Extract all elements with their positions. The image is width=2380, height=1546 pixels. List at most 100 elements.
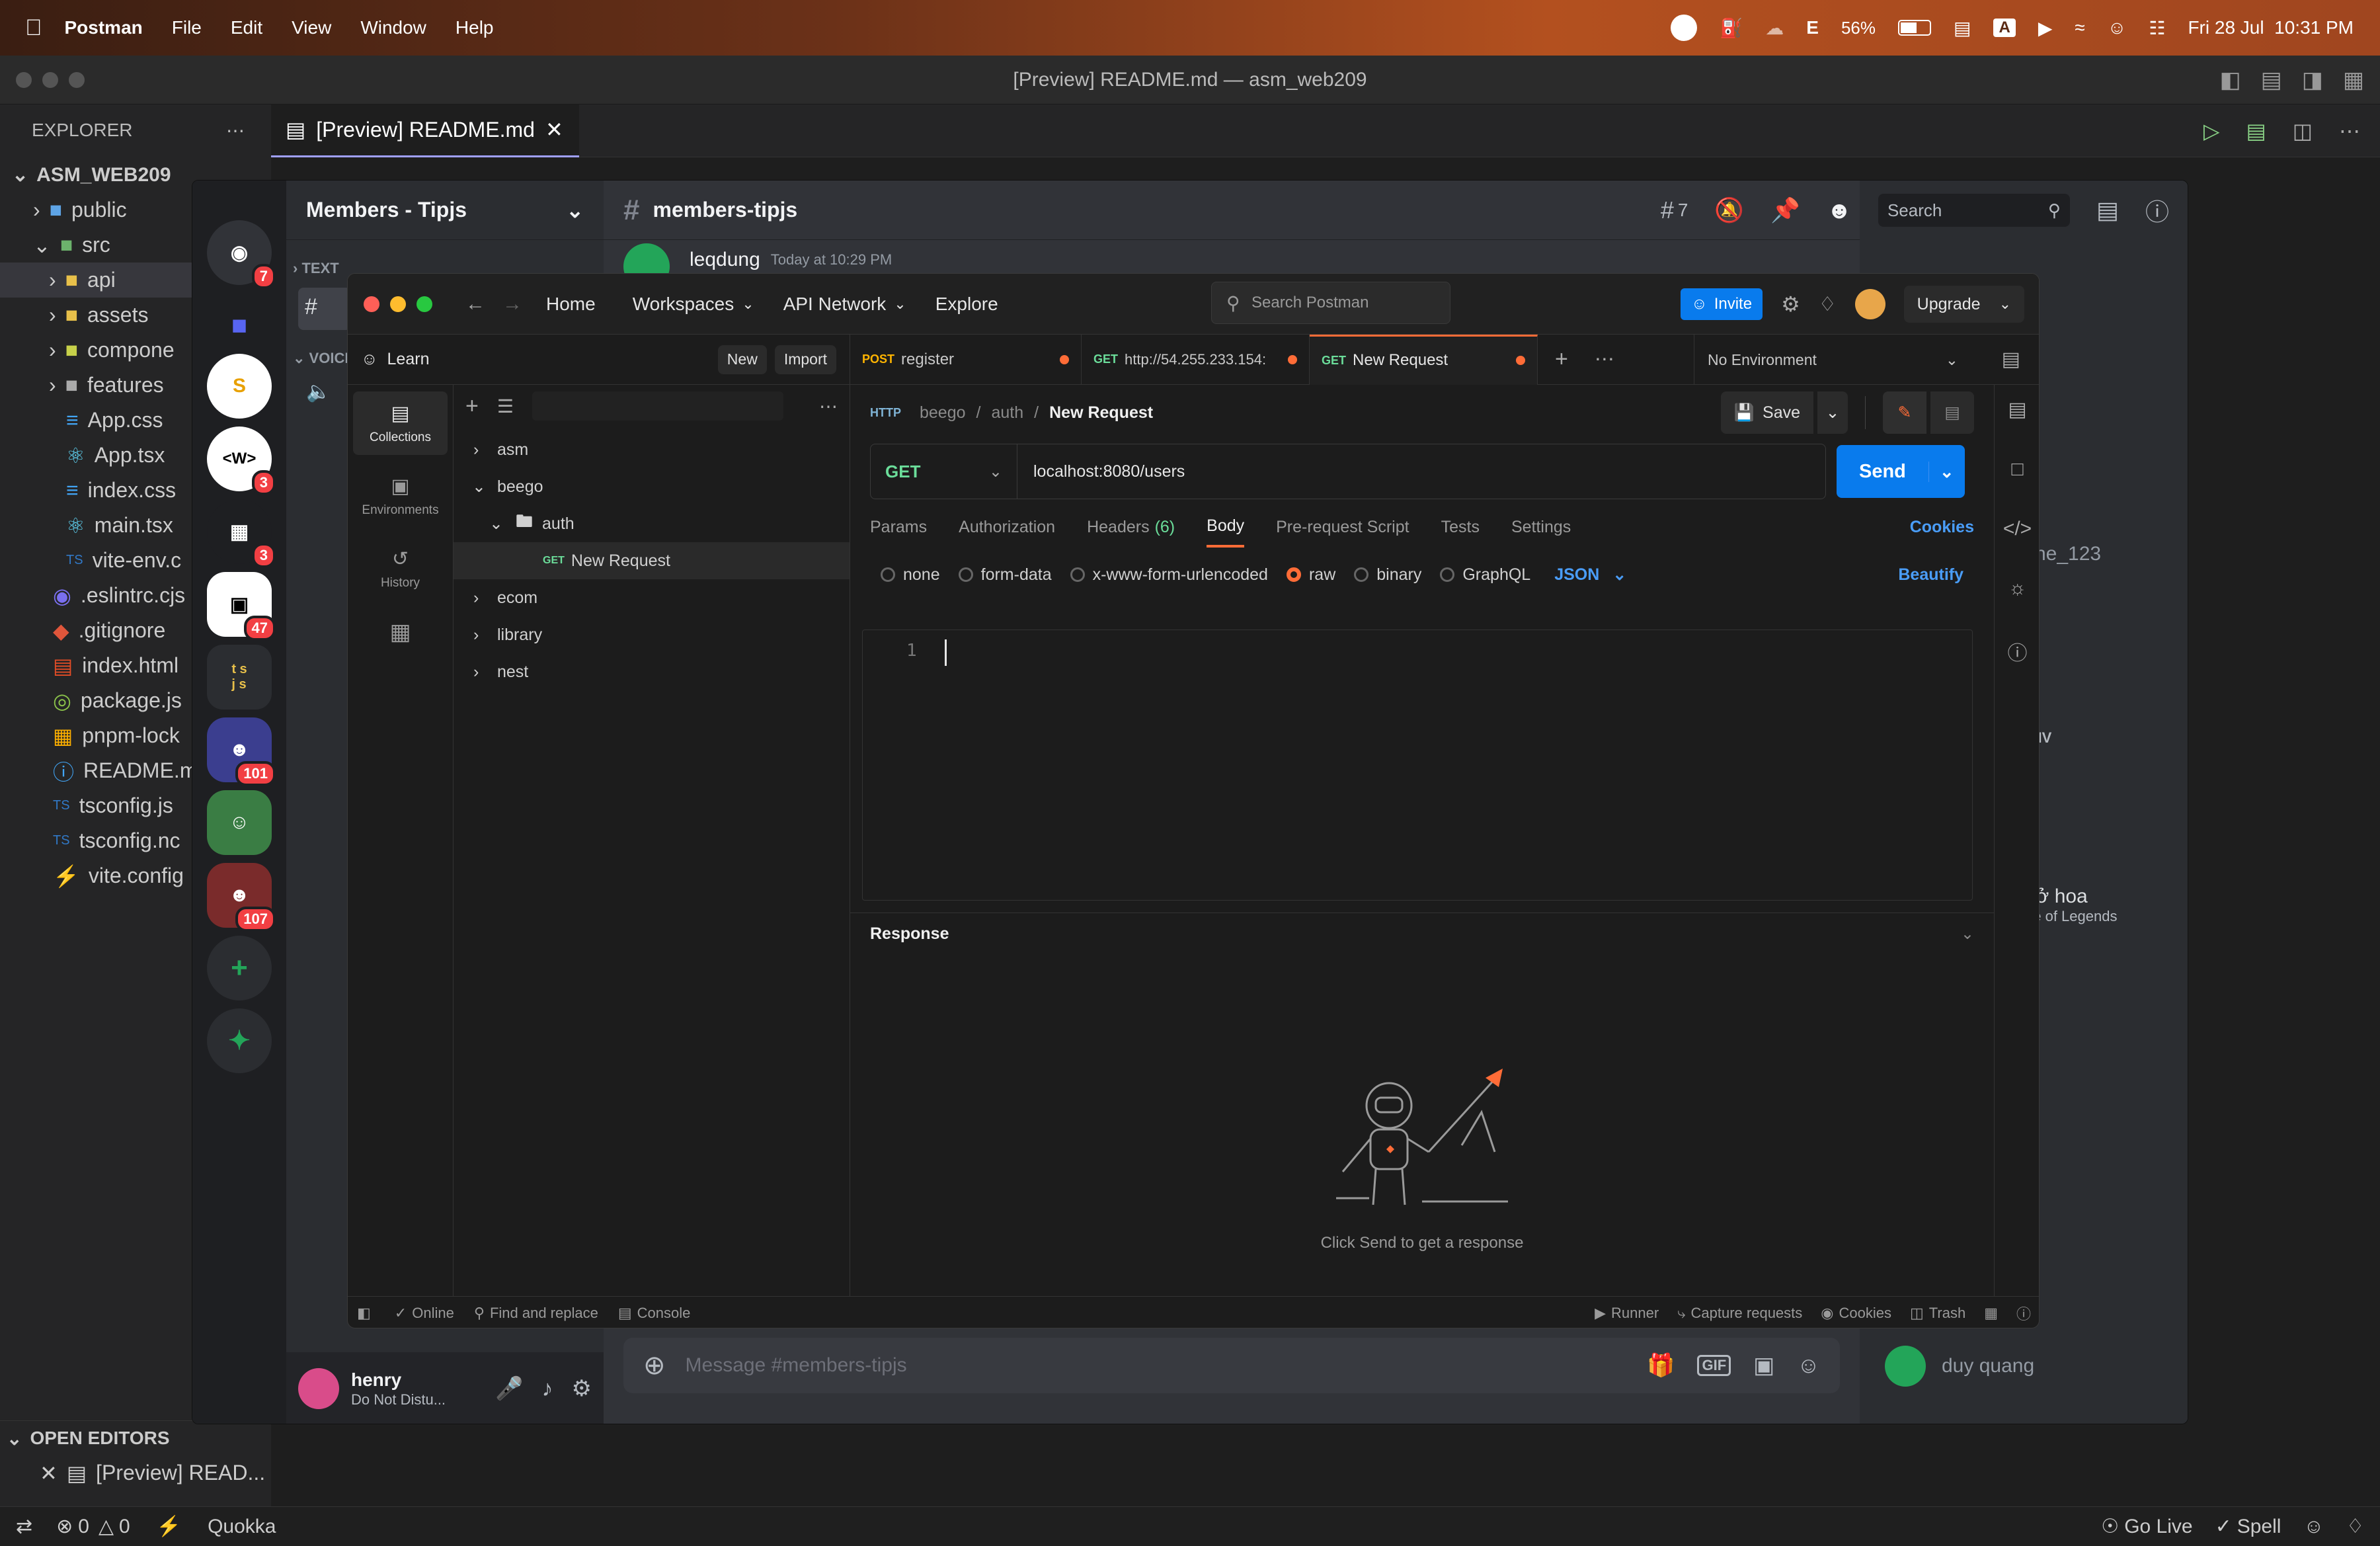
request-tab-register[interactable]: POST register xyxy=(850,334,1082,385)
environment-selector[interactable]: No Environment ⌄ xyxy=(1694,335,1971,385)
error-count[interactable]: 0 xyxy=(78,1516,89,1538)
request-new-request[interactable]: GET New Request xyxy=(454,542,850,579)
toggle-sidebar-icon[interactable]: ◧ xyxy=(357,1305,371,1322)
explore-link[interactable]: Explore xyxy=(935,294,998,315)
explore-servers-icon[interactable]: ✦ xyxy=(207,1008,272,1073)
breadcrumb-folder[interactable]: auth xyxy=(991,403,1023,423)
warning-icon[interactable]: △ xyxy=(99,1515,114,1538)
open-editor-item[interactable]: ✕ ▤ [Preview] READ... xyxy=(0,1455,271,1490)
runner-button[interactable]: ▶ Runner xyxy=(1595,1305,1659,1322)
status-app-icon[interactable] xyxy=(1671,15,1698,41)
quokka-status[interactable]: Quokka xyxy=(208,1516,276,1538)
menu-help[interactable]: Help xyxy=(456,17,494,38)
body-type-form-data[interactable]: form-data xyxy=(958,565,1052,585)
go-live-button[interactable]: ☉ Go Live xyxy=(2101,1515,2192,1538)
discord-home-icon[interactable]: ◉ 7 xyxy=(207,220,276,289)
tab-pre-request-script[interactable]: Pre-request Script xyxy=(1276,518,1409,537)
collection-asm[interactable]: › asm xyxy=(454,431,850,468)
help-icon[interactable]: ⓘ xyxy=(2145,193,2169,227)
error-icon[interactable]: ⊗ xyxy=(56,1515,73,1538)
add-server-icon[interactable]: + xyxy=(207,936,272,1000)
environments-nav[interactable]: ▣ Environments xyxy=(353,464,448,528)
close-icon[interactable]: ✕ xyxy=(40,1461,58,1486)
environment-quick-look-icon[interactable]: ▤ xyxy=(2002,348,2020,371)
channel-item[interactable]: # xyxy=(298,288,351,330)
cookies-button[interactable]: ◉ Cookies xyxy=(1821,1305,1891,1322)
input-source-icon[interactable]: A xyxy=(1993,19,2016,37)
server-folder-icon[interactable]: t sj s xyxy=(207,645,272,710)
filter-icon[interactable]: ☰ xyxy=(497,395,514,417)
docker-icon[interactable]: ⛽ xyxy=(1720,17,1743,39)
microphone-icon[interactable]: 🎤 xyxy=(495,1375,523,1402)
save-button[interactable]: 💾 Save xyxy=(1720,391,1813,434)
collection-ecom[interactable]: › ecom xyxy=(454,579,850,616)
documentation-icon[interactable]: ▤ xyxy=(2008,398,2026,421)
search-postman-input[interactable]: ⚲ Search Postman xyxy=(1211,282,1450,324)
collections-nav[interactable]: ▤ Collections xyxy=(353,391,448,455)
spell-button[interactable]: ✓ Spell xyxy=(2215,1515,2281,1538)
workspaces-menu[interactable]: Workspaces ⌄ xyxy=(633,294,754,315)
window-zoom-button[interactable] xyxy=(69,71,85,88)
text-channels-header[interactable]: › TEXT xyxy=(286,240,604,277)
comments-icon[interactable]: □ xyxy=(2011,458,2023,481)
more-icon[interactable]: ⋯ xyxy=(819,395,838,417)
format-select[interactable]: JSON ⌄ xyxy=(1554,565,1626,585)
menu-window[interactable]: Window xyxy=(360,17,426,38)
collection-nest[interactable]: › nest xyxy=(454,653,850,690)
apple-icon[interactable]:  xyxy=(25,15,42,41)
console-button[interactable]: ▤ Console xyxy=(618,1305,691,1322)
wifi-icon[interactable]: ≈ xyxy=(2075,17,2084,38)
collection-search-input[interactable] xyxy=(532,391,783,421)
save-options-button[interactable]: ⌄ xyxy=(1817,391,1848,434)
settings-icon[interactable]: ⚙ xyxy=(1781,292,1800,317)
settings-icon[interactable]: ⚙ xyxy=(572,1375,592,1402)
body-type-graphql[interactable]: GraphQL xyxy=(1440,565,1530,585)
edit-pencil-icon[interactable]: ✎ xyxy=(1883,391,1926,434)
control-center-icon[interactable]: ☷ xyxy=(2149,17,2165,39)
datetime[interactable]: Fri 28 Jul 10:31 PM xyxy=(2188,17,2354,38)
add-tab-icon[interactable]: + xyxy=(1555,346,1568,372)
sticker-icon[interactable]: ▣ xyxy=(1753,1352,1774,1379)
tab-tests[interactable]: Tests xyxy=(1441,518,1480,537)
toggle-sidebar-icon[interactable]: ◧ xyxy=(2220,67,2241,93)
more-tabs-icon[interactable]: ⋯ xyxy=(1595,348,1614,371)
tab-body[interactable]: Body xyxy=(1207,507,1245,548)
url-input[interactable]: localhost:8080/users xyxy=(1033,462,1185,481)
back-arrow-icon[interactable]: ← xyxy=(465,293,485,315)
notifications-icon[interactable]: ♢ xyxy=(2346,1515,2364,1538)
server-folder-icon[interactable]: ☻ 101 xyxy=(207,717,276,786)
response-header[interactable]: Response ⌄ xyxy=(850,913,1994,955)
configure-sidebar-nav[interactable]: ▦ xyxy=(353,612,448,652)
lightning-icon[interactable]: ⚡ xyxy=(157,1515,181,1538)
window-minimize-button[interactable] xyxy=(390,296,406,312)
menu-app-name[interactable]: Postman xyxy=(65,17,143,38)
member-item[interactable]: duy quang xyxy=(1885,1346,2034,1387)
folder-auth[interactable]: ⌄ 🖿 auth xyxy=(454,505,850,542)
code-icon[interactable]: </> xyxy=(2003,518,2032,540)
learn-button[interactable]: ☺ Learn xyxy=(361,350,429,369)
feedback-icon[interactable]: ☺ xyxy=(2303,1516,2324,1538)
cloud-icon[interactable]: ☁ xyxy=(1765,17,1784,39)
send-button[interactable]: Send xyxy=(1837,461,1928,483)
body-type-raw[interactable]: raw xyxy=(1286,565,1335,585)
method-select[interactable]: GET ⌄ xyxy=(871,444,1017,499)
beautify-link[interactable]: Beautify xyxy=(1898,565,1964,585)
open-changes-icon[interactable]: ▤ xyxy=(2246,118,2266,143)
request-tab-new-request[interactable]: GET New Request xyxy=(1310,334,1538,385)
gift-icon[interactable]: 🎁 xyxy=(1647,1352,1675,1379)
message-author[interactable]: leqdung xyxy=(690,249,760,271)
capture-requests-button[interactable]: ⤷ Capture requests xyxy=(1677,1305,1802,1322)
inbox-icon[interactable]: ▤ xyxy=(2096,196,2119,224)
add-collection-icon[interactable]: + xyxy=(465,393,479,419)
trash-button[interactable]: ◫ Trash xyxy=(1910,1305,1965,1322)
collection-library[interactable]: › library xyxy=(454,616,850,653)
attach-plus-icon[interactable]: ⊕ xyxy=(643,1350,666,1381)
new-button[interactable]: New xyxy=(717,345,767,374)
online-status[interactable]: ✓ Online xyxy=(395,1305,454,1322)
gif-button[interactable]: GIF xyxy=(1697,1355,1731,1376)
history-nav[interactable]: ↺ History xyxy=(353,537,448,600)
more-icon[interactable]: ⋯ xyxy=(226,120,245,142)
message-input[interactable]: Message #members-tipjs xyxy=(686,1354,907,1377)
import-button[interactable]: Import xyxy=(774,345,836,374)
battery-icon[interactable] xyxy=(1898,20,1931,36)
